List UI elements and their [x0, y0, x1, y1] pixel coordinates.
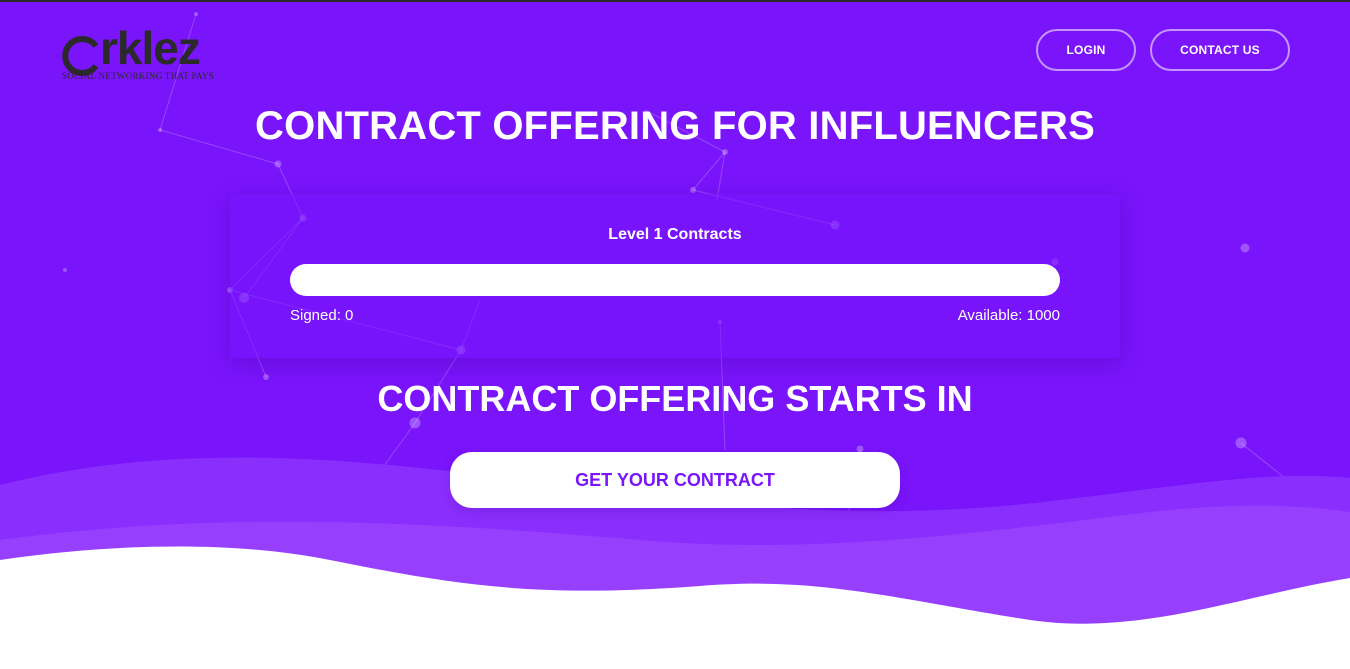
contracts-card: Level 1 Contracts Signed: 0 Available: 1…: [230, 194, 1120, 358]
login-button[interactable]: LOGIN: [1036, 29, 1136, 71]
contracts-level-title: Level 1 Contracts: [608, 226, 742, 243]
countdown-title: CONTRACT OFFERING STARTS IN: [377, 378, 973, 419]
logo-text: rklez: [100, 22, 201, 74]
logo-c-mark-icon: [62, 36, 99, 76]
brand-logo[interactable]: rklez SOCIAL NETWORKING THAT PAYS: [62, 20, 252, 84]
logo-tagline: SOCIAL NETWORKING THAT PAYS: [62, 71, 215, 81]
contact-us-button[interactable]: CONTACT US: [1150, 29, 1290, 71]
contracts-progress-bar: [290, 264, 1060, 296]
page-scrollbar[interactable]: [1346, 0, 1350, 669]
top-border: [0, 0, 1350, 2]
get-contract-button[interactable]: GET YOUR CONTRACT: [450, 452, 900, 508]
page-title: CONTRACT OFFERING FOR INFLUENCERS: [255, 104, 1095, 148]
landing-page: rklez SOCIAL NETWORKING THAT PAYS LOGIN …: [0, 0, 1350, 669]
logo-wordmark: rklez: [62, 20, 201, 76]
hero-section: rklez SOCIAL NETWORKING THAT PAYS LOGIN …: [0, 0, 1350, 669]
signed-count: Signed: 0: [290, 307, 354, 324]
available-count: Available: 1000: [957, 307, 1060, 324]
